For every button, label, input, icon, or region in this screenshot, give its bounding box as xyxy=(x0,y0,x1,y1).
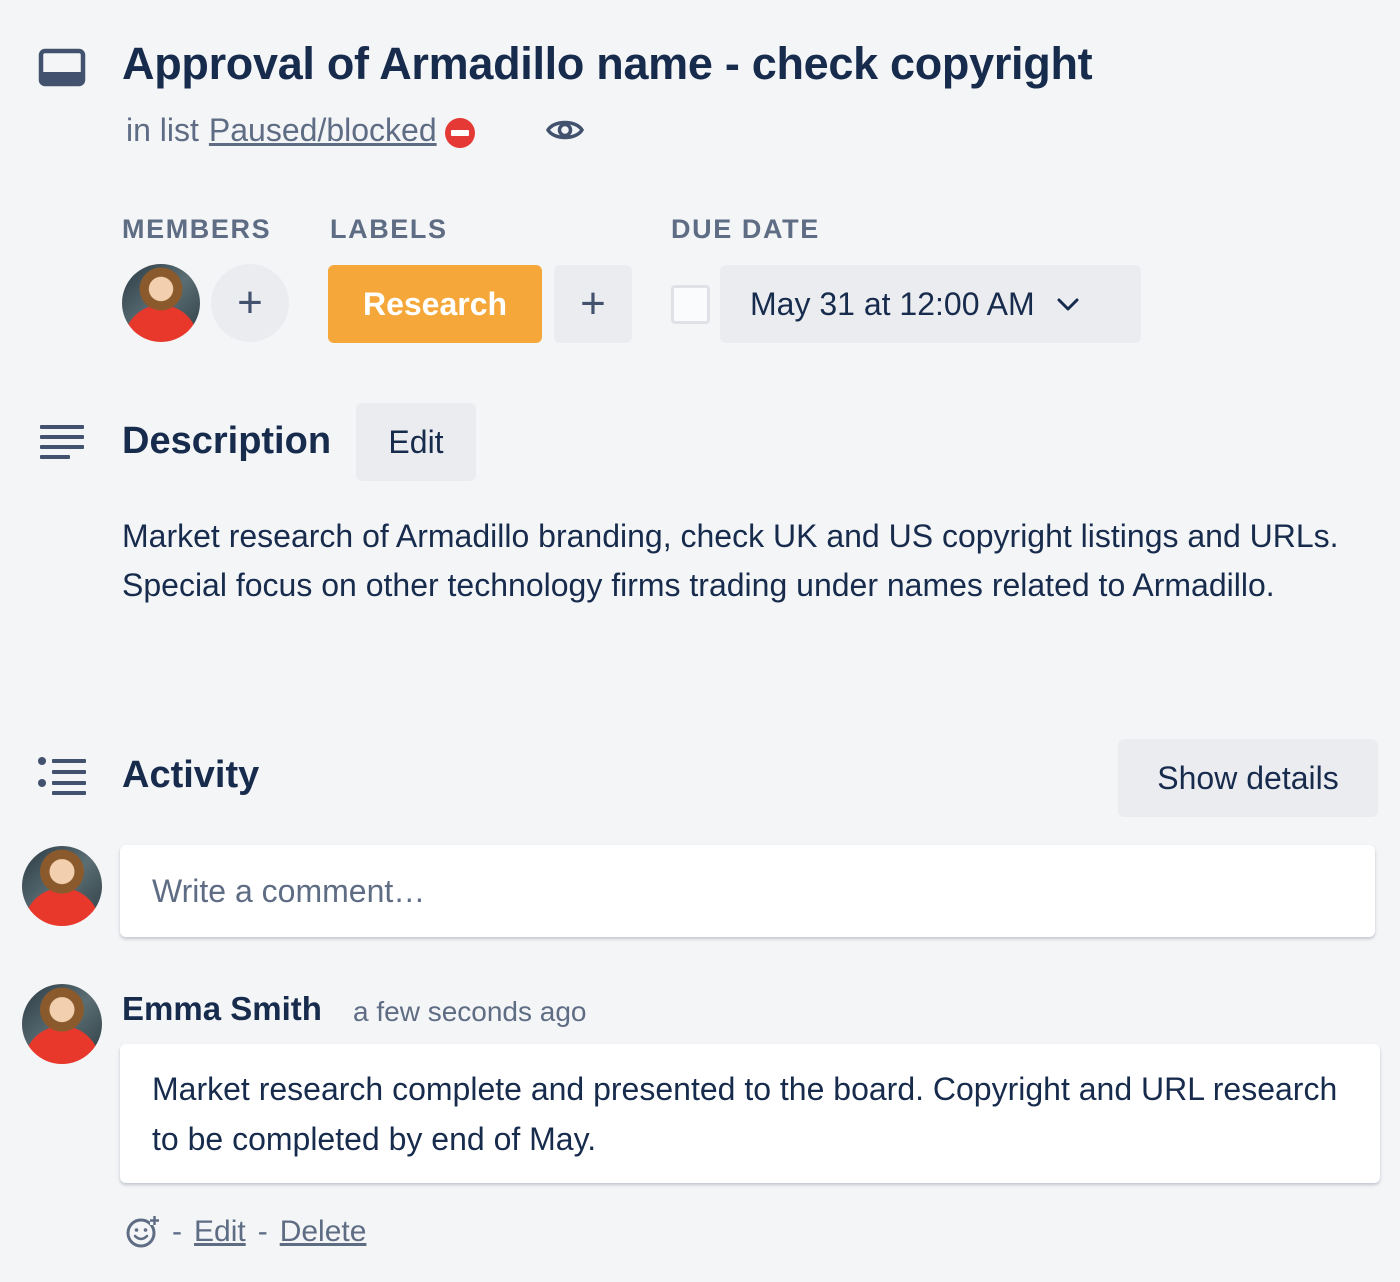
activity-heading: Activity xyxy=(122,754,260,796)
chevron-down-icon xyxy=(1057,298,1079,311)
edit-comment-link[interactable]: Edit xyxy=(194,1215,246,1249)
member-avatar[interactable] xyxy=(122,264,200,342)
description-heading: Description xyxy=(122,420,332,462)
labels-heading: LABELS xyxy=(330,214,448,244)
show-details-button[interactable]: Show details xyxy=(1118,739,1378,817)
list-prefix: in list xyxy=(126,112,199,148)
card-icon xyxy=(38,48,86,87)
comment-body: Market research complete and presented t… xyxy=(120,1044,1380,1183)
comment-actions: - Edit - Delete xyxy=(124,1214,366,1250)
text-lines-icon xyxy=(40,425,84,459)
label-research[interactable]: Research xyxy=(328,265,542,343)
separator: - xyxy=(257,1215,268,1248)
add-reaction-icon[interactable] xyxy=(124,1214,160,1250)
eye-icon[interactable] xyxy=(546,114,584,146)
no-entry-icon xyxy=(444,117,475,148)
due-date-heading: DUE DATE xyxy=(671,214,820,244)
list-link[interactable]: Paused/blocked xyxy=(209,112,475,149)
activity-list-icon xyxy=(38,757,86,795)
add-member-button[interactable]: + xyxy=(211,264,289,342)
card-title: Approval of Armadillo name - check copyr… xyxy=(122,38,1093,89)
comment-input[interactable] xyxy=(120,845,1375,937)
description-text[interactable]: Market research of Armadillo branding, c… xyxy=(122,512,1392,610)
members-heading: MEMBERS xyxy=(122,214,272,244)
comment-author[interactable]: Emma Smith xyxy=(122,990,322,1028)
comment-author-avatar[interactable] xyxy=(22,984,102,1064)
due-date-value: May 31 at 12:00 AM xyxy=(750,285,1035,322)
current-user-avatar xyxy=(22,846,102,926)
edit-description-button[interactable]: Edit xyxy=(356,403,476,481)
comment-timestamp[interactable]: a few seconds ago xyxy=(353,996,587,1028)
list-name: Paused/blocked xyxy=(208,112,437,148)
due-date-checkbox[interactable] xyxy=(671,285,710,324)
separator: - xyxy=(172,1215,182,1248)
add-label-button[interactable]: + xyxy=(554,265,632,343)
due-date-button[interactable]: May 31 at 12:00 AM xyxy=(720,265,1141,343)
list-location: in list Paused/blocked xyxy=(126,112,475,149)
delete-comment-link[interactable]: Delete xyxy=(280,1215,367,1249)
